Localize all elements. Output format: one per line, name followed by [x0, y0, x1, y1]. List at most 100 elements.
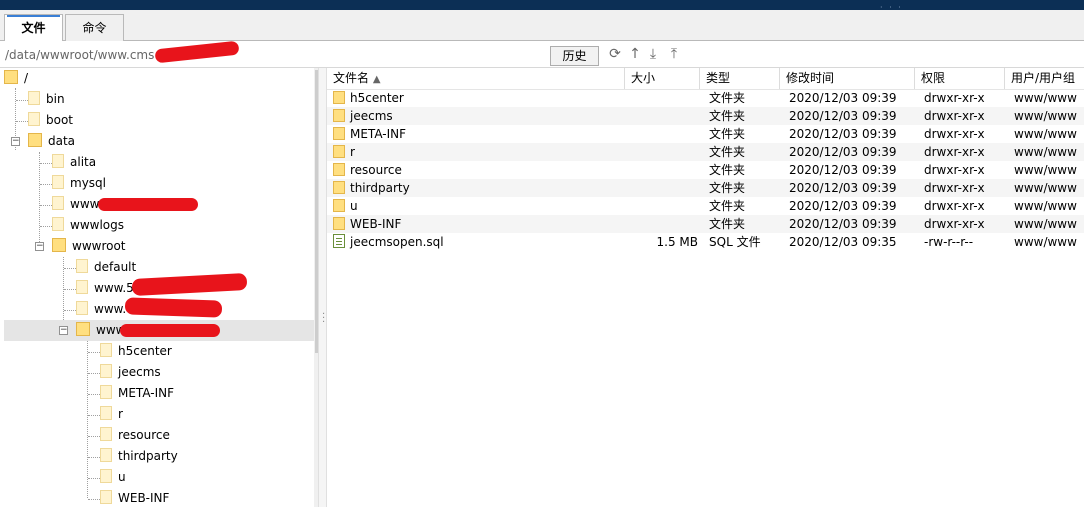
table-row[interactable]: META-INF 文件夹 2020/12/03 09:39 drwxr-xr-x www… — [327, 125, 1084, 143]
cell-mtime: 2020/12/03 09:39 — [789, 179, 897, 197]
tree-item-root[interactable]: / — [4, 68, 28, 89]
cell-mtime: 2020/12/03 09:39 — [789, 125, 897, 143]
tree-item-label: data — [48, 134, 76, 148]
cell-text: www/www — [1014, 145, 1077, 159]
cell-owner: www/www — [1014, 143, 1077, 161]
up-arrow-icon[interactable]: ↑ — [627, 46, 643, 62]
window-titlebar: · · · — [0, 0, 1084, 12]
column-header-name[interactable]: 文件名 ▲ — [327, 68, 625, 89]
cell-owner: www/www — [1014, 179, 1077, 197]
directory-tree[interactable]: / bin boot − data alita mysql www. wwwlo… — [0, 68, 318, 507]
folder-icon — [333, 91, 345, 104]
path-input[interactable] — [5, 46, 545, 64]
tree-item-r[interactable]: r — [100, 404, 123, 425]
tree-item-jeecms[interactable]: jeecms — [100, 362, 161, 383]
column-header-owner[interactable]: 用户/用户组 — [1005, 68, 1084, 89]
tab-files[interactable]: 文件 — [4, 14, 63, 42]
cell-owner: www/www — [1014, 161, 1077, 179]
download-icon[interactable]: ⤓ — [645, 46, 661, 62]
tree-item-alita[interactable]: alita — [52, 152, 96, 173]
folder-icon — [100, 427, 112, 441]
folder-icon — [100, 469, 112, 483]
table-row[interactable]: r 文件夹 2020/12/03 09:39 drwxr-xr-x www/www — [327, 143, 1084, 161]
cell-mtime: 2020/12/03 09:35 — [789, 233, 897, 251]
tree-item-www-site-2[interactable]: www. — [76, 299, 126, 320]
column-header-mtime[interactable]: 修改时间 — [780, 68, 915, 89]
cell-text: r — [350, 145, 355, 159]
tree-item-bin[interactable]: bin — [28, 89, 65, 110]
tree-item-u[interactable]: u — [100, 467, 126, 488]
table-row[interactable]: u 文件夹 2020/12/03 09:39 drwxr-xr-x www/www — [327, 197, 1084, 215]
tree-connector — [88, 436, 100, 437]
cell-perm: drwxr-xr-x — [924, 161, 985, 179]
cell-mtime: 2020/12/03 09:39 — [789, 89, 897, 107]
cell-text: drwxr-xr-x — [924, 145, 985, 159]
refresh-icon[interactable]: ⟳ — [607, 46, 623, 62]
tree-item-label: / — [24, 71, 29, 85]
cell-name: WEB-INF — [333, 215, 401, 233]
collapse-toggle[interactable]: − — [35, 242, 44, 251]
table-row[interactable]: WEB-INF 文件夹 2020/12/03 09:39 drwxr-xr-x www/… — [327, 215, 1084, 233]
tab-commands[interactable]: 命令 — [65, 14, 124, 42]
tree-item-thirdparty[interactable]: thirdparty — [100, 446, 178, 467]
upload-icon[interactable]: ⤒ — [666, 46, 682, 62]
cell-text: 2020/12/03 09:39 — [789, 145, 897, 159]
tree-item-default[interactable]: default — [76, 257, 136, 278]
tree-item-web-inf[interactable]: WEB-INF — [100, 488, 169, 507]
column-header-size[interactable]: 大小 — [625, 68, 700, 89]
folder-icon — [333, 199, 345, 212]
folder-icon — [76, 280, 88, 294]
tree-item-label: wwwlogs — [70, 218, 124, 232]
column-header-permissions[interactable]: 权限 — [915, 68, 1005, 89]
history-button[interactable]: 历史 — [550, 46, 599, 66]
cell-text: 文件夹 — [709, 199, 746, 213]
tree-connector — [88, 352, 100, 353]
table-row[interactable]: jeecmsopen.sql 1.5 MB SQL 文件 2020/12/03 09:… — [327, 233, 1084, 251]
table-row[interactable]: jeecms 文件夹 2020/12/03 09:39 drwxr-xr-x www/w… — [327, 107, 1084, 125]
tree-connector — [64, 268, 76, 269]
folder-icon — [76, 259, 88, 273]
tree-item-www[interactable]: www. — [52, 194, 102, 215]
cell-perm: -rw-r--r-- — [924, 233, 973, 251]
cell-name: jeecmsopen.sql — [333, 233, 444, 251]
cell-text: 2020/12/03 09:39 — [789, 199, 897, 213]
tree-item-data[interactable]: data — [28, 131, 75, 152]
folder-icon — [100, 343, 112, 357]
cell-owner: www/www — [1014, 107, 1077, 125]
folder-icon — [52, 238, 66, 252]
collapse-toggle[interactable]: − — [59, 326, 68, 335]
tree-item-www-site-1[interactable]: www.5 — [76, 278, 134, 299]
tree-item-label: bin — [46, 92, 65, 106]
tree-connector — [88, 415, 100, 416]
file-list: 文件名 ▲ 大小 类型 修改时间 权限 用户/用户组 h5center 文件夹 20… — [327, 68, 1084, 507]
folder-icon — [333, 217, 345, 230]
cell-text: drwxr-xr-x — [924, 91, 985, 105]
tree-item-h5center[interactable]: h5center — [100, 341, 172, 362]
cell-owner: www/www — [1014, 215, 1077, 233]
cell-text: 2020/12/03 09:39 — [789, 217, 897, 231]
tree-item-resource[interactable]: resource — [100, 425, 170, 446]
cell-text: 文件夹 — [709, 145, 746, 159]
tree-item-wwwroot[interactable]: wwwroot — [52, 236, 126, 257]
table-row[interactable]: h5center 文件夹 2020/12/03 09:39 drwxr-xr-x www… — [327, 89, 1084, 107]
cell-owner: www/www — [1014, 233, 1077, 251]
table-row[interactable]: resource 文件夹 2020/12/03 09:39 drwxr-xr-x www… — [327, 161, 1084, 179]
splitter-grip-icon: · · · — [322, 309, 326, 328]
cell-text: www/www — [1014, 199, 1077, 213]
pane-splitter[interactable]: · · · — [318, 68, 327, 507]
cell-text: jeecmsopen.sql — [350, 235, 444, 249]
column-header-type[interactable]: 类型 — [700, 68, 780, 89]
tree-item-boot[interactable]: boot — [28, 110, 73, 131]
cell-text: SQL 文件 — [709, 235, 761, 249]
tree-item-wwwlogs[interactable]: wwwlogs — [52, 215, 124, 236]
collapse-toggle[interactable]: − — [11, 137, 20, 146]
redaction-mark — [120, 324, 220, 337]
table-row[interactable]: thirdparty 文件夹 2020/12/03 09:39 drwxr-xr-x w… — [327, 179, 1084, 197]
cell-name: u — [333, 197, 358, 215]
cell-text: 文件夹 — [709, 181, 746, 195]
column-header-label: 大小 — [631, 71, 656, 85]
cell-owner: www/www — [1014, 125, 1077, 143]
tree-item-mysql[interactable]: mysql — [52, 173, 106, 194]
tree-item-meta-inf[interactable]: META-INF — [100, 383, 174, 404]
cell-text: 文件夹 — [709, 163, 746, 177]
